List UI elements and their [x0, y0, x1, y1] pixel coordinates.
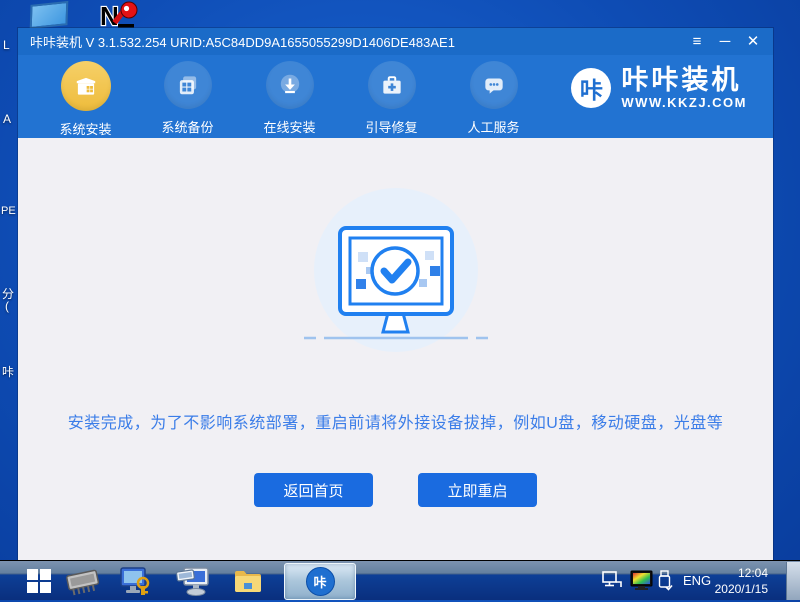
computer-keyboard-icon[interactable]	[176, 566, 210, 602]
nav-item-system-install[interactable]: 系统安装	[46, 55, 125, 138]
install-box-icon	[61, 61, 111, 111]
menu-button[interactable]: ≡	[685, 31, 709, 53]
restart-now-button[interactable]: 立即重启	[418, 473, 537, 507]
nav-bar: 系统安装 系统备份	[18, 55, 773, 138]
desktop-label-fragment: L	[3, 38, 10, 52]
nav-item-online-install[interactable]: 在线安装	[250, 55, 329, 138]
action-buttons: 返回首页 立即重启	[254, 473, 537, 507]
usb-tray-icon[interactable]	[657, 570, 673, 596]
desktop-partial-monitor-icon[interactable]	[30, 1, 69, 29]
close-button[interactable]: ✕	[741, 31, 765, 53]
brand-site: WWW.KKZJ.COM	[621, 95, 747, 110]
titlebar: 咔咔装机 V 3.1.532.254 URID:A5C84DD9A1655055…	[18, 28, 773, 55]
brand-logo: 咔 咔咔装机 WWW.KKZJ.COM	[571, 66, 747, 110]
chat-service-icon	[470, 61, 518, 109]
window-controls: ≡ ─ ✕	[685, 31, 773, 53]
n-glyph: N	[100, 1, 119, 28]
window-title: 咔咔装机 V 3.1.532.254 URID:A5C84DD9A1655055…	[18, 32, 685, 51]
desktop-label-fragment: PE	[1, 205, 16, 217]
desktop-label-fragment: 咔	[2, 363, 14, 380]
completion-message: 安装完成，为了不影响系统部署，重启前请将外接设备拔掉，例如U盘，移动硬盘，光盘等	[68, 409, 724, 433]
nav-item-label: 引导修复	[365, 117, 417, 136]
kaka-installer-window: 咔咔装机 V 3.1.532.254 URID:A5C84DD9A1655055…	[18, 28, 773, 560]
kaka-app-icon: 咔	[306, 567, 335, 596]
desktop-label-fragment: (	[5, 299, 9, 313]
start-button[interactable]	[26, 568, 52, 599]
toolbox-repair-icon	[368, 61, 416, 109]
tray-time: 12:04	[715, 565, 768, 581]
display-color-tray-icon[interactable]	[630, 570, 653, 595]
install-complete-illustration	[296, 182, 496, 377]
kaka-taskbar-button[interactable]: 咔	[284, 563, 356, 600]
folder-icon[interactable]	[233, 568, 263, 599]
backup-windows-icon	[164, 61, 212, 109]
nav-item-human-service[interactable]: 人工服务	[454, 55, 533, 138]
nav-item-label: 在线安装	[263, 117, 315, 136]
minimize-button[interactable]: ─	[713, 31, 737, 53]
nav-item-label: 人工服务	[467, 117, 519, 136]
download-icon	[266, 61, 314, 109]
monitor-lock-icon[interactable]	[119, 566, 151, 602]
kaka-logo-icon: 咔	[571, 68, 611, 108]
nav-item-label: 系统安装	[59, 119, 111, 138]
nav-item-system-backup[interactable]: 系统备份	[148, 55, 227, 138]
desktop-label-fragment: A	[3, 112, 11, 126]
memory-chip-icon[interactable]	[64, 567, 102, 602]
return-home-button[interactable]: 返回首页	[254, 473, 373, 507]
nav-item-label: 系统备份	[161, 117, 213, 136]
brand-name: 咔咔装机	[621, 66, 747, 95]
tray-date: 2020/1/15	[715, 581, 768, 597]
language-indicator[interactable]: ENG	[683, 573, 711, 588]
taskbar: 咔 ENG	[0, 560, 800, 600]
main-content: 安装完成，为了不影响系统部署，重启前请将外接设备拔掉，例如U盘，移动硬盘，光盘等…	[18, 138, 773, 560]
network-tray-icon[interactable]	[602, 571, 624, 594]
show-desktop-button[interactable]	[786, 562, 800, 600]
tray-clock[interactable]: 12:04 2020/1/15	[715, 565, 768, 597]
nav-item-boot-repair[interactable]: 引导修复	[352, 55, 431, 138]
